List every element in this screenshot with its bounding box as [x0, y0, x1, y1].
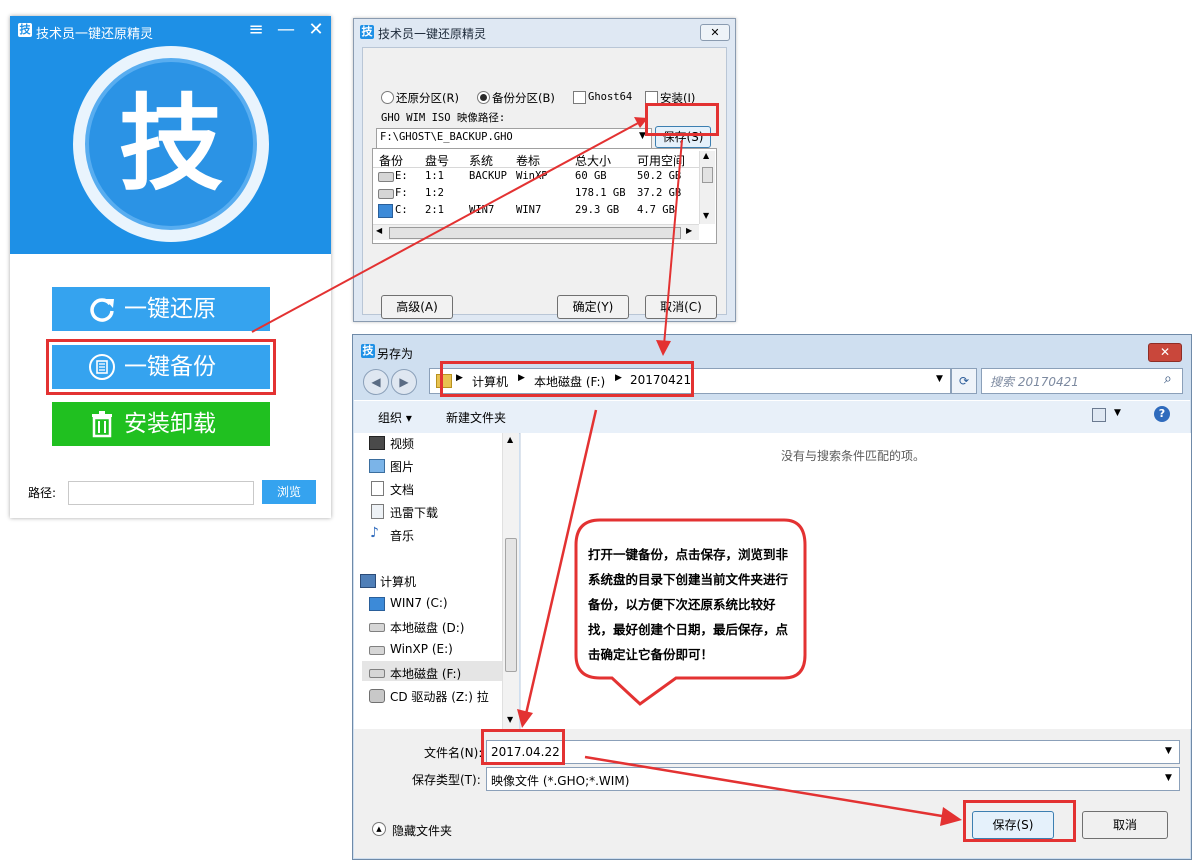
arrow-head — [656, 340, 671, 356]
arrow-line — [584, 755, 949, 819]
callout-line: 系统盘的目录下创建当前文件夹进行 — [588, 572, 789, 587]
arrow-line — [251, 121, 641, 333]
callout-line: 打开一键备份，点击保存，浏览到非 — [588, 547, 789, 562]
callout-line: 击确定让它备份即可！ — [588, 647, 714, 662]
annotation-overlay — [251, 117, 962, 826]
arrow-head — [517, 709, 533, 728]
arrow-head — [940, 807, 962, 826]
callout-line: 找，最好创建个日期，最后保存，点 — [588, 622, 789, 637]
callout-text: 打开一键备份，点击保存，浏览到非 系统盘的目录下创建当前文件夹进行 备份，以方便… — [588, 542, 802, 667]
arrow-line — [663, 139, 683, 346]
arrow-head — [634, 117, 648, 128]
callout-line: 备份，以方便下次还原系统比较好 — [588, 597, 776, 612]
